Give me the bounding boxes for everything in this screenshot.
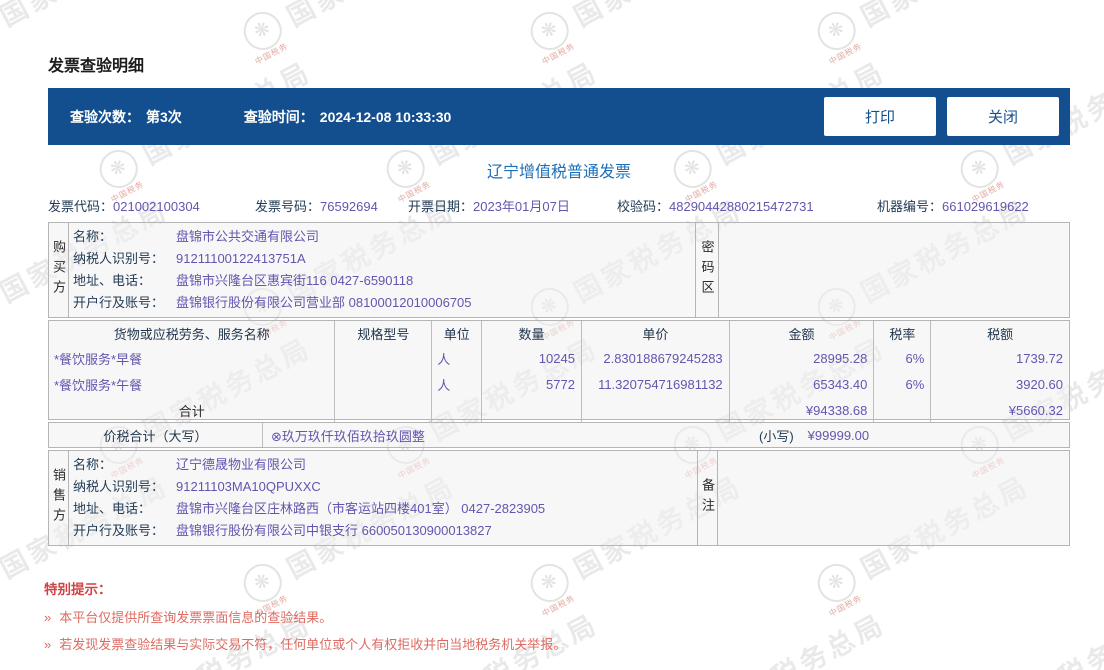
close-button[interactable]: 关闭 [947,97,1059,136]
tax-bureau-emblem-icon: ❋中国税务 [0,556,2,618]
buyer-side-label: 购买方 [49,223,69,317]
tax-bureau-emblem-icon: ❋中国税务 [1097,4,1104,57]
item-rate: 6% [874,371,932,397]
print-button[interactable]: 打印 [824,97,936,136]
col-header-tax: 税额 [987,326,1014,342]
buyer-bank-row: 开户行及账号： 盘锦银行股份有限公司营业部 08100012010006705 [73,295,472,310]
check-code: 校验码：48290442880215472731 [617,199,814,214]
col-header-name: 货物或应税劳务、服务名称 [49,321,336,345]
col-header-rate: 税率 [874,321,932,345]
seller-address-row: 地址、电话： 盘锦市兴隆台区庄林路西（市客运站四楼401室） 0427-28239… [73,501,546,516]
seller-side-label: 销售方 [49,451,69,545]
item-price: 11.320754716981132 [582,371,730,397]
items-table: 货物或应税劳务、服务名称 规格型号 单位 数量 单价 金额 税率 税额 *餐饮服… [48,320,1070,423]
check-count-value: 第3次 [146,108,182,125]
total-words-label: 价税合计（大写） [49,423,263,447]
content: 发票查验明细 查验次数： 第3次 查验时间： 2024-12-08 10:33:… [44,0,1070,670]
tax-bureau-emblem-icon: ❋中国税务 [1097,280,1104,333]
bullet-icon: » [44,637,52,652]
total-in-words-row: 价税合计（大写） ⊗玖万玖仟玖佰玖拾玖圆整 (小写) ¥99999.00 [48,422,1070,448]
tax-bureau-emblem-icon: ❋中国税务 [1097,556,1104,609]
seller-bank-row: 开户行及账号： 盘锦银行股份有限公司中银支行 660050130900013827 [73,523,492,538]
amount-in-figures: (小写) ¥99999.00 [759,426,869,445]
seller-taxid-row: 纳税人识别号： 91211103MA10QPUXXC [73,479,321,494]
buyer-fields: 名称： 盘锦市公共交通有限公司 纳税人识别号： 91211100122413751A… [69,223,696,317]
item-unit: 人 [432,345,483,371]
items-header-row: 货物或应税劳务、服务名称 规格型号 单位 数量 单价 金额 税率 税额 [49,321,1069,345]
item-amount: 28995.28 [730,345,875,371]
machine-number: 机器编号：661029619622 [877,199,1029,214]
check-time-label: 查验时间： [243,108,314,125]
item-rate: 6% [874,345,932,371]
watermark-sub-text: 中国税务 [0,593,3,618]
col-header-price: 单价 [582,321,730,345]
amount-in-words: ⊗玖万玖仟玖佰玖拾玖圆整 [271,428,425,444]
invoice-verification-page: ❋中国税务国家税务总局❋中国税务国家税务总局❋中国税务国家税务总局❋中国税务国家… [0,0,1104,670]
buyer-section: 购买方 名称： 盘锦市公共交通有限公司 纳税人识别号： 91211100122413… [48,222,1070,318]
invoice-meta-row: 发票代码：021002100304 发票号码：76592694 开票日期：202… [48,196,1070,215]
invoice-code: 发票代码：021002100304 [48,199,200,214]
item-name: *餐饮服务*早餐 [49,345,336,371]
tax-bureau-emblem-icon: ❋中国税务 [0,280,2,342]
buyer-name-row: 名称： 盘锦市公共交通有限公司 [73,229,320,244]
item-spec [335,345,433,371]
check-count-label: 查验次数： [70,108,140,125]
invoice-title: 辽宁增值税普通发票 [486,164,631,181]
page-title: 发票查验明细 [48,58,145,75]
buyer-address-row: 地址、电话： 盘锦市兴隆台区惠宾街116 0427-6590118 [73,273,414,288]
seller-fields: 名称： 辽宁德晟物业有限公司 纳税人识别号： 91211103MA10QPUXXC … [69,451,698,545]
item-unit: 人 [432,371,483,397]
item-qty: 5772 [482,371,582,397]
check-time-value: 2024-12-08 10:33:30 [319,108,452,125]
bullet-icon: » [44,610,52,625]
invoice-date: 开票日期：2023年01月07日 [408,199,570,214]
watermark: ❋中国税务国家税务总局 [1097,464,1104,609]
special-notice: 特别提示： » 本平台仅提供所查询发票票面信息的查验结果。 » 若发现发票查验结… [44,578,566,652]
item-row: *餐饮服务*午餐 人 5772 11.320754716981132 65343… [49,371,1069,397]
total-label: 合计 [49,397,336,423]
col-header-amount: 金额 [730,321,875,345]
item-name: *餐饮服务*午餐 [49,371,336,397]
tax-bureau-emblem-icon: ❋中国税务 [0,4,2,66]
remark-label: 备注 [698,451,718,545]
col-header-unit: 单位 [432,321,483,345]
item-row: *餐饮服务*早餐 人 10245 2.830188679245283 28995… [49,345,1069,371]
verification-header-bar: 查验次数： 第3次 查验时间： 2024-12-08 10:33:30 打印 关… [48,88,1070,145]
seller-section: 销售方 名称： 辽宁德晟物业有限公司 纳税人识别号： 91211103MA10QPU… [48,450,1070,546]
notice-title: 特别提示： [44,582,112,597]
items-total-row: 合计 ¥94338.68 ¥5660.32 [49,397,1069,423]
col-header-spec: 规格型号 [335,321,433,345]
total-amount: ¥94338.68 [730,397,875,423]
total-words-value: ⊗玖万玖仟玖佰玖拾玖圆整 (小写) ¥99999.00 [263,423,1069,447]
notice-item: » 若发现发票查验结果与实际交易不符，任何单位或个人有权拒收并向当地税务机关举报… [44,637,567,652]
invoice-number: 发票号码：76592694 [255,199,378,214]
buyer-taxid-row: 纳税人识别号： 91211100122413751A [73,251,306,266]
watermark: ❋中国税务国家税务总局 [1097,0,1104,57]
item-tax: 1739.72 [1016,350,1063,366]
small-amount-label: (小写) [759,428,794,444]
item-price: 2.830188679245283 [582,345,730,371]
col-header-qty: 数量 [482,321,582,345]
total-tax: ¥5660.32 [1008,402,1063,418]
remark-area [718,451,1069,545]
watermark: ❋中国税务国家税务总局 [1097,188,1104,333]
small-amount-value: ¥99999.00 [807,427,870,443]
watermark-sub-text: 中国税务 [0,317,3,342]
password-area-label: 密码区 [696,223,719,317]
password-area [719,223,1069,317]
notice-item: » 本平台仅提供所查询发票票面信息的查验结果。 [44,610,333,625]
item-qty: 10245 [482,345,582,371]
item-amount: 65343.40 [730,371,875,397]
watermark-sub-text: 中国税务 [0,41,3,66]
item-tax: 3920.60 [1016,376,1063,392]
item-spec [335,371,433,397]
seller-name-row: 名称： 辽宁德晟物业有限公司 [73,457,307,472]
